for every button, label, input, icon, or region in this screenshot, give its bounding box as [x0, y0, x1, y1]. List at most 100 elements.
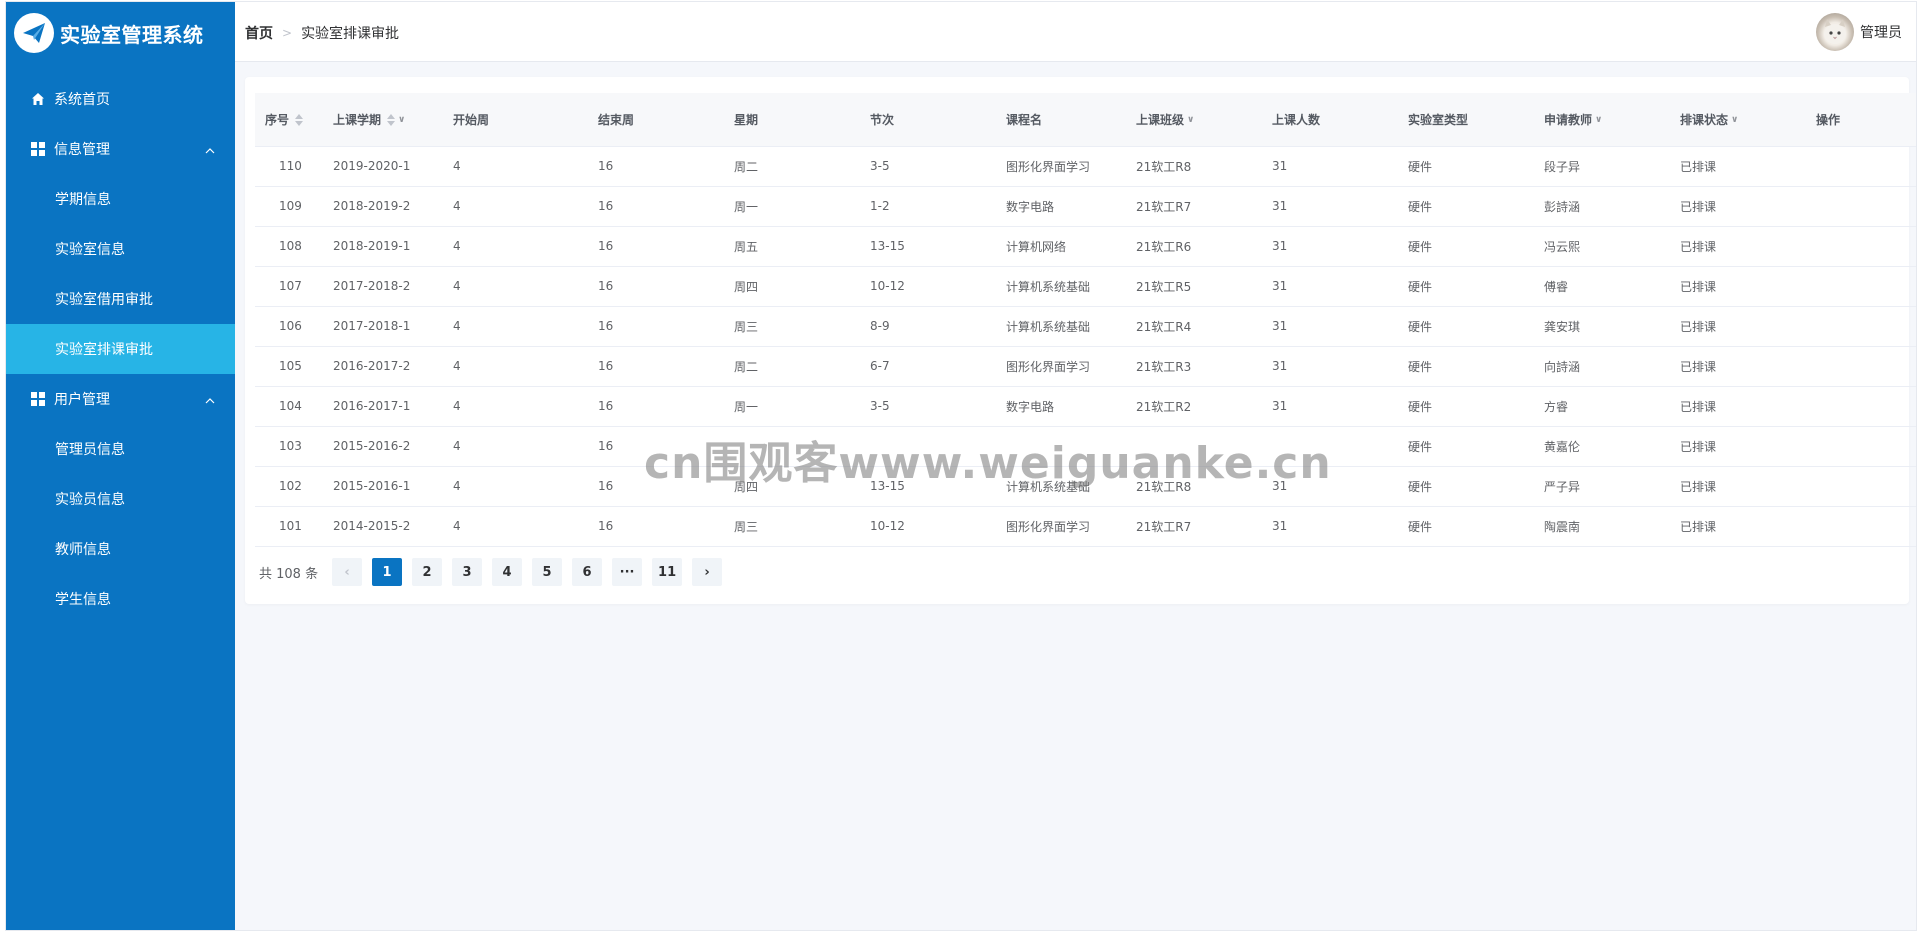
sidebar-item-teachers[interactable]: 教师信息: [6, 524, 235, 574]
sidebar-item-home[interactable]: 系统首页: [6, 74, 235, 124]
table-cell: 103: [255, 426, 323, 467]
column-header-period: 节次: [860, 93, 996, 147]
app-title: 实验室管理系统: [60, 22, 204, 47]
table-cell: 109: [255, 186, 323, 227]
sidebar-item-admins[interactable]: 管理员信息: [6, 424, 235, 474]
breadcrumb-home[interactable]: 首页: [245, 23, 273, 43]
table-cell: 4: [443, 346, 588, 387]
page-button[interactable]: 11: [652, 558, 683, 586]
column-header-semester[interactable]: 上课学期 ∨: [323, 93, 443, 147]
table-cell: 4: [443, 186, 588, 227]
filter-chevron-icon[interactable]: ∨: [1731, 115, 1738, 125]
column-header-course: 课程名: [996, 93, 1126, 147]
row-actions-cell[interactable]: [1806, 506, 1916, 547]
page-button[interactable]: 3: [452, 558, 483, 586]
sidebar-item-lab-borrow-approval[interactable]: 实验室借用审批: [6, 274, 235, 324]
page-button[interactable]: 4: [492, 558, 523, 586]
table-cell: 10-12: [860, 506, 996, 547]
column-header-class[interactable]: 上课班级 ∨: [1126, 93, 1262, 147]
sidebar-group-info-management[interactable]: 信息管理: [6, 124, 235, 174]
table-cell: 4: [443, 306, 588, 347]
sidebar-item-semester[interactable]: 学期信息: [6, 174, 235, 224]
filter-chevron-icon[interactable]: ∨: [1187, 115, 1194, 125]
table-cell: 21软工R7: [1126, 506, 1262, 547]
sort-icon[interactable]: [387, 114, 396, 127]
table-cell: 图形化界面学习: [996, 506, 1126, 547]
table-cell: 31: [1262, 346, 1398, 387]
sidebar-item-lab[interactable]: 实验室信息: [6, 224, 235, 274]
table-cell: [1262, 426, 1398, 467]
column-header-status[interactable]: 排课状态 ∨: [1670, 93, 1806, 147]
table-row[interactable]: 102 2015-2016-1 4 16 周四 13-15 计算机系统基础 21软工R8 31 硬…: [255, 466, 1916, 507]
table-cell: 硬件: [1398, 226, 1534, 267]
table-cell: 彭詩涵: [1534, 186, 1670, 227]
avatar[interactable]: [1816, 13, 1854, 51]
table-cell: 已排课: [1670, 386, 1806, 427]
page-button[interactable]: 6: [572, 558, 603, 586]
filter-chevron-icon[interactable]: ∨: [398, 115, 405, 125]
sidebar-group-user-management[interactable]: 用户管理: [6, 374, 235, 424]
row-actions-cell[interactable]: [1806, 346, 1916, 387]
table-cell: 21软工R8: [1126, 146, 1262, 187]
table-cell: 10-12: [860, 266, 996, 307]
row-actions-cell[interactable]: [1806, 146, 1916, 187]
table-cell: 2019-2020-1: [323, 146, 443, 187]
row-actions-cell[interactable]: [1806, 306, 1916, 347]
row-actions-cell[interactable]: [1806, 386, 1916, 427]
sidebar-item-students[interactable]: 学生信息: [6, 574, 235, 624]
table-row[interactable]: 109 2018-2019-2 4 16 周一 1-2 数字电路 21软工R7 31 硬件 彭詩涵已…: [255, 186, 1916, 227]
table-cell: 硬件: [1398, 186, 1534, 227]
table-row[interactable]: 101 2014-2015-2 4 16 周三 10-12 图形化界面学习 21软工R7 31 硬…: [255, 506, 1916, 547]
table-cell: [860, 426, 996, 467]
filter-chevron-icon[interactable]: ∨: [1595, 115, 1602, 125]
table-cell: 方睿: [1534, 386, 1670, 427]
row-actions-cell[interactable]: [1806, 466, 1916, 507]
table-row[interactable]: 108 2018-2019-1 4 16 周五 13-15 计算机网络 21软工R6 31 硬件冯…: [255, 226, 1916, 267]
sidebar-item-lab-schedule-approval[interactable]: 实验室排课审批: [6, 324, 235, 374]
user-menu[interactable]: 管理员: [1816, 13, 1902, 51]
row-actions-cell[interactable]: [1806, 186, 1916, 227]
next-page-button[interactable]: ›: [692, 558, 723, 586]
table-cell: 已排课: [1670, 426, 1806, 467]
row-actions-cell[interactable]: [1806, 266, 1916, 307]
table-cell: 16: [588, 306, 724, 347]
table-cell: 4: [443, 386, 588, 427]
table-cell: 2014-2015-2: [323, 506, 443, 547]
user-name[interactable]: 管理员: [1860, 22, 1902, 42]
table-cell: 104: [255, 386, 323, 427]
table-cell: [1126, 426, 1262, 467]
page-button[interactable]: 2: [412, 558, 443, 586]
table-row[interactable]: 104 2016-2017-1 4 16 周一 3-5 数字电路 21软工R2 31 硬件 方睿 已排…: [255, 386, 1916, 427]
page-button[interactable]: 5: [532, 558, 563, 586]
table-cell: 陶震南: [1534, 506, 1670, 547]
table-cell: 106: [255, 306, 323, 347]
table-cell: 硬件: [1398, 506, 1534, 547]
row-actions-cell[interactable]: [1806, 426, 1916, 467]
row-actions-cell[interactable]: [1806, 226, 1916, 267]
table-cell: 2017-2018-1: [323, 306, 443, 347]
table-cell: 31: [1262, 506, 1398, 547]
table-row[interactable]: 107 2017-2018-2 4 16 周四 10-12 计算机系统基础 21软工R5 31 硬…: [255, 266, 1916, 307]
table-row[interactable]: 103 2015-2016-2 4 16 硬件 黄嘉伦 已排课: [255, 426, 1916, 467]
table-cell: 周三: [724, 306, 860, 347]
sidebar-item-lab-staff[interactable]: 实验员信息: [6, 474, 235, 524]
table-cell: 周三: [724, 506, 860, 547]
page-button[interactable]: 1: [372, 558, 403, 586]
chevron-up-icon: [205, 143, 215, 159]
column-header-teacher[interactable]: 申请教师 ∨: [1534, 93, 1670, 147]
column-header-id[interactable]: 序号: [255, 93, 323, 147]
sort-icon[interactable]: [295, 114, 304, 127]
table-row[interactable]: 106 2017-2018-1 4 16 周三 8-9 计算机系统基础 21软工R4 31 硬件龚…: [255, 306, 1916, 347]
prev-page-button[interactable]: ‹: [332, 558, 363, 586]
table-cell: [996, 426, 1126, 467]
sidebar-item-label: 教师信息: [55, 542, 111, 558]
table-row[interactable]: 105 2016-2017-2 4 16 周二 6-7 图形化界面学习 21软工R3 31 硬件向…: [255, 346, 1916, 387]
page-ellipsis-button[interactable]: ···: [612, 558, 643, 586]
table-cell: 计算机网络: [996, 226, 1126, 267]
table-cell: 硬件: [1398, 346, 1534, 387]
table-cell: 4: [443, 226, 588, 267]
table-cell: 已排课: [1670, 226, 1806, 267]
table-cell: 107: [255, 266, 323, 307]
table-row[interactable]: 110 2019-2020-1 4 16 周二 3-5 图形化界面学习 21软工R8 31 硬件段…: [255, 146, 1916, 187]
table-cell: 13-15: [860, 466, 996, 507]
